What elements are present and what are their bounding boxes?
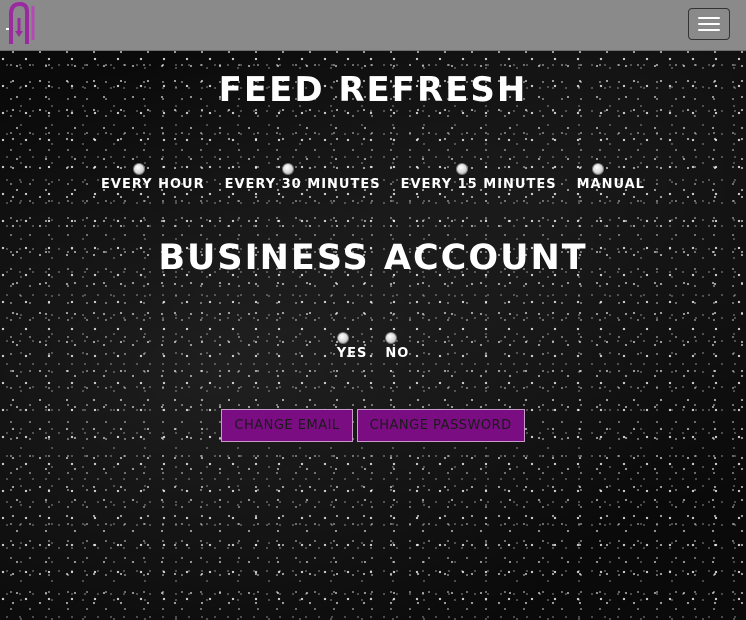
business-account-title: BUSINESS ACCOUNT xyxy=(158,238,588,278)
radio-button[interactable] xyxy=(336,332,349,344)
hamburger-menu-icon xyxy=(698,17,720,19)
hamburger-menu-icon xyxy=(698,23,720,25)
hamburger-menu-icon xyxy=(698,29,720,31)
feed-refresh-options: EVERY HOUR EVERY 30 MINUTES EVERY 15 MIN… xyxy=(0,163,746,192)
business-account-options: YES NO xyxy=(0,332,746,361)
radio-manual[interactable]: MANUAL xyxy=(577,163,645,192)
radio-button[interactable] xyxy=(385,332,398,344)
feed-refresh-title: FEED REFRESH xyxy=(218,70,528,110)
change-password-button[interactable]: CHANGE PASSWORD xyxy=(356,409,525,442)
radio-label: NO xyxy=(385,346,410,361)
radio-every-30-minutes[interactable]: EVERY 30 MINUTES xyxy=(225,163,381,192)
radio-every-15-minutes[interactable]: EVERY 15 MINUTES xyxy=(401,163,557,192)
radio-button[interactable] xyxy=(133,163,146,175)
radio-label: MANUAL xyxy=(576,177,645,192)
radio-button[interactable] xyxy=(281,163,294,175)
change-email-button[interactable]: CHANGE EMAIL xyxy=(221,409,353,442)
brand-logo[interactable] xyxy=(5,0,41,50)
radio-label: YES xyxy=(336,346,368,361)
radio-no[interactable]: NO xyxy=(385,332,409,361)
radio-yes[interactable]: YES xyxy=(336,332,368,361)
top-navbar xyxy=(0,0,746,51)
radio-button[interactable] xyxy=(591,163,604,175)
radio-button[interactable] xyxy=(455,163,468,175)
radio-every-hour[interactable]: EVERY HOUR xyxy=(101,163,205,192)
radio-label: EVERY 15 MINUTES xyxy=(400,177,557,192)
menu-toggle-button[interactable] xyxy=(688,8,730,40)
account-actions: CHANGE EMAIL CHANGE PASSWORD xyxy=(0,409,746,442)
radio-label: EVERY 30 MINUTES xyxy=(224,177,381,192)
radio-label: EVERY HOUR xyxy=(101,177,205,192)
logo-icon xyxy=(6,1,35,44)
